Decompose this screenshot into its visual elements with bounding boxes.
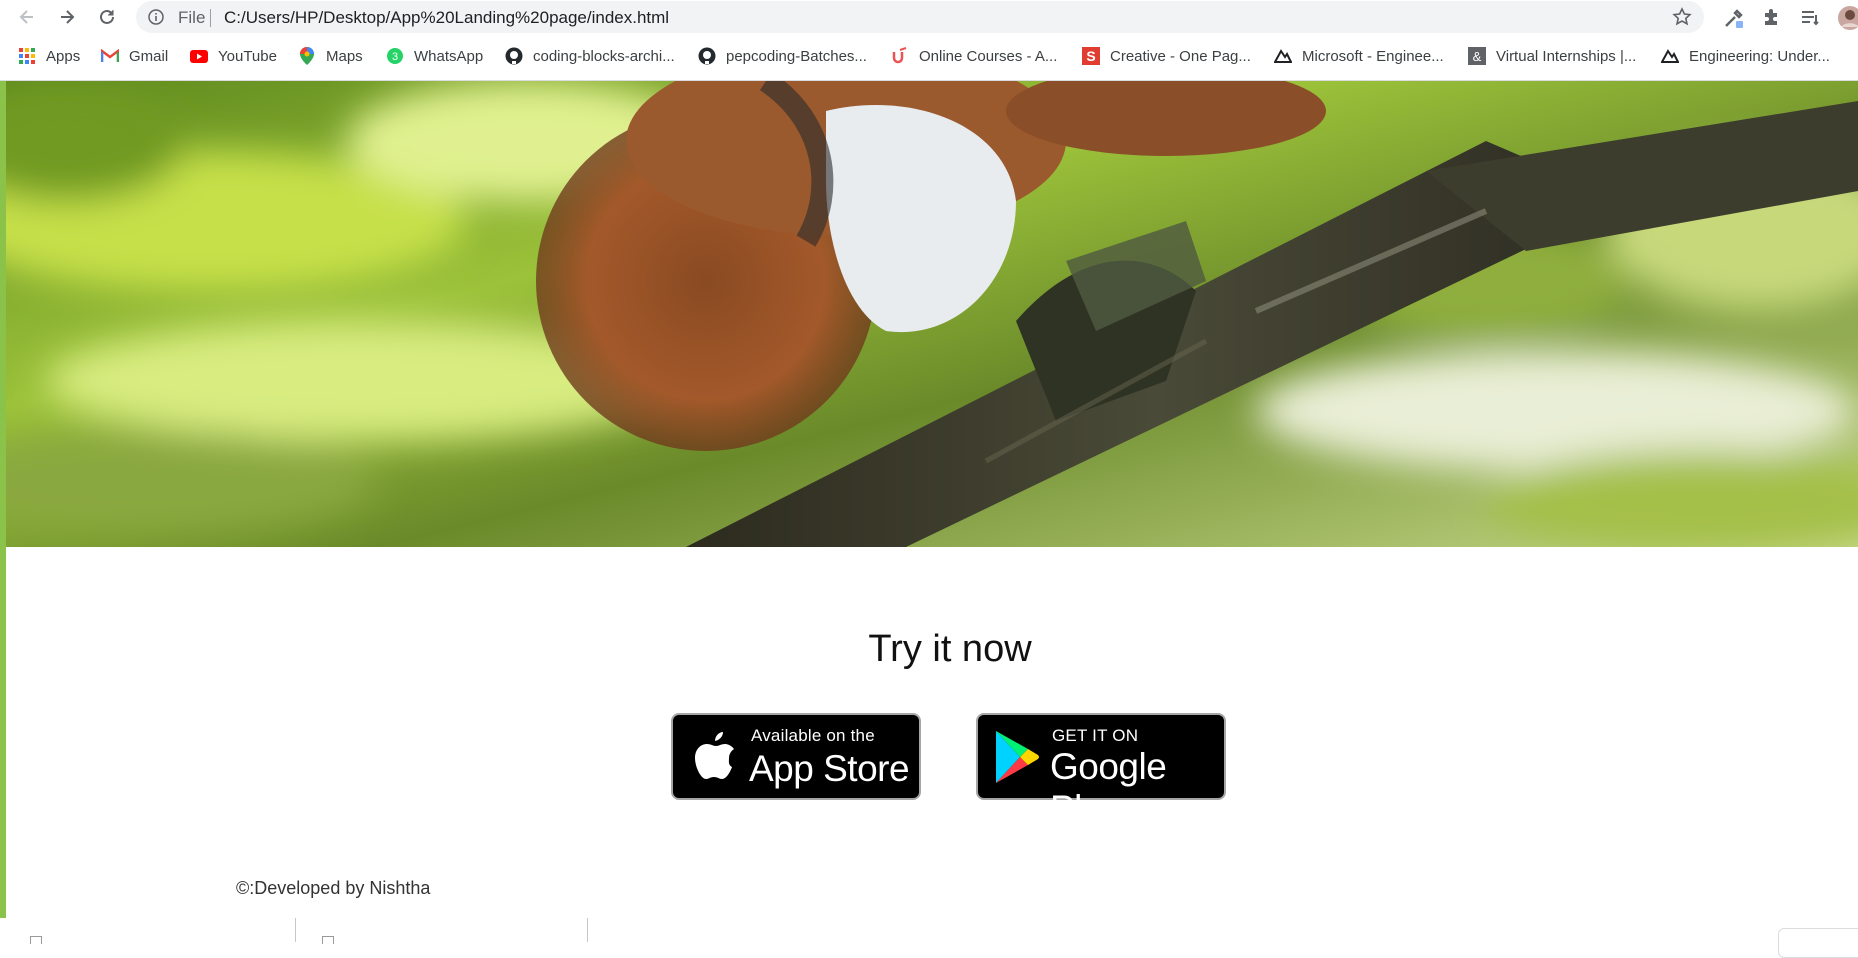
extensions-button[interactable]	[1758, 4, 1786, 32]
google-play-logo-icon	[996, 731, 1039, 783]
eyedropper-icon	[1725, 9, 1743, 28]
bookmark-label: Creative - One Pag...	[1110, 47, 1251, 65]
bookmark-microsoft[interactable]: Microsoft - Enginee...	[1274, 45, 1444, 67]
back-button[interactable]	[14, 4, 40, 30]
maps-pin-icon	[298, 47, 316, 65]
bookmark-gmail[interactable]: Gmail	[101, 45, 168, 67]
whatsapp-icon: 3	[386, 47, 404, 65]
footer-credit: ©:Developed by Nishtha	[236, 878, 431, 898]
hero-image	[6, 81, 1858, 547]
reload-icon	[100, 9, 114, 24]
extension-dropper-button[interactable]	[1720, 4, 1748, 32]
address-bar[interactable]: File C:/Users/HP/Desktop/App%20Landing%2…	[136, 1, 1704, 33]
app-store-small-text: Available on the	[751, 726, 875, 745]
bookmark-label: coding-blocks-archi...	[533, 47, 675, 65]
apps-grid-icon	[18, 47, 36, 65]
s-logo-icon: S	[1082, 47, 1100, 65]
show-all-button[interactable]	[1778, 928, 1858, 958]
app-store-badge[interactable]: Available on the App Store	[671, 713, 921, 800]
udemy-icon	[891, 47, 909, 65]
file-icon	[322, 936, 334, 944]
bookmark-whatsapp[interactable]: 3 WhatsApp	[386, 45, 483, 67]
bookmark-label: Online Courses - A...	[919, 47, 1058, 65]
google-play-small-text: GET IT ON	[1052, 726, 1139, 745]
reading-list-icon	[1802, 11, 1819, 26]
app-store-big-text: App Store	[749, 748, 910, 789]
whatsapp-badge-count: 3	[392, 51, 398, 63]
mountain-icon	[1274, 47, 1292, 65]
bookmark-udemy[interactable]: Online Courses - A...	[891, 45, 1057, 67]
browser-toolbar: File C:/Users/HP/Desktop/App%20Landing%2…	[0, 0, 1858, 34]
shelf-divider	[295, 918, 296, 942]
ampersand-icon: &	[1468, 47, 1486, 65]
cta-heading: Try it now	[868, 628, 1032, 670]
shelf-divider	[587, 918, 588, 942]
google-play-big-text: Google Play	[1050, 746, 1167, 829]
bookmark-apps[interactable]: Apps	[18, 45, 80, 67]
bookmark-youtube[interactable]: YouTube	[190, 45, 277, 67]
apple-logo-icon	[695, 732, 734, 779]
url-text[interactable]: C:/Users/HP/Desktop/App%20Landing%20page…	[224, 8, 669, 28]
google-play-badge[interactable]: GET IT ON Google Play	[976, 713, 1226, 829]
reading-list-button[interactable]	[1796, 4, 1824, 32]
arrow-right-icon	[61, 10, 75, 24]
youtube-icon	[190, 47, 208, 65]
bookmark-label: Apps	[46, 47, 81, 65]
file-icon	[30, 936, 42, 944]
svg-text:&: &	[1473, 49, 1482, 64]
bookmark-pepcoding[interactable]: pepcoding-Batches...	[698, 45, 867, 67]
gmail-icon	[101, 47, 119, 65]
bookmarks-bar: Apps Gmail YouTube Maps 3 WhatsApp codin…	[0, 39, 1858, 73]
bookmark-label: Engineering: Under...	[1689, 47, 1830, 65]
info-icon[interactable]	[148, 9, 164, 25]
arrow-left-icon	[19, 10, 33, 24]
bookmark-label: WhatsApp	[414, 47, 484, 65]
bookmark-label: Microsoft - Enginee...	[1302, 47, 1444, 65]
download-shelf	[0, 918, 1858, 958]
bookmark-creative[interactable]: S Creative - One Pag...	[1082, 45, 1251, 67]
puzzle-icon	[1765, 9, 1777, 25]
omnibox-divider	[210, 9, 211, 27]
forward-button[interactable]	[54, 4, 80, 30]
bookmark-coding-blocks[interactable]: coding-blocks-archi...	[505, 45, 675, 67]
github-icon	[505, 47, 523, 65]
bookmark-engineering[interactable]: Engineering: Under...	[1661, 45, 1830, 67]
bookmark-label: Maps	[326, 47, 363, 65]
profile-avatar[interactable]	[1836, 4, 1858, 32]
reload-button[interactable]	[94, 4, 120, 30]
bookmark-label: pepcoding-Batches...	[726, 47, 867, 65]
bookmark-maps[interactable]: Maps	[298, 45, 363, 67]
bookmark-star-icon[interactable]	[1672, 7, 1692, 27]
scheme-label: File	[178, 8, 206, 27]
bookmark-virtual-internships[interactable]: & Virtual Internships |...	[1468, 45, 1636, 67]
github-icon	[698, 47, 716, 65]
squirrel-photo	[6, 81, 1858, 547]
avatar-icon	[1838, 6, 1858, 30]
bookmark-label: YouTube	[218, 47, 277, 65]
bookmark-label: Virtual Internships |...	[1496, 47, 1637, 65]
svg-text:S: S	[1086, 48, 1095, 64]
mountain-icon	[1661, 47, 1679, 65]
bookmark-label: Gmail	[129, 47, 169, 65]
